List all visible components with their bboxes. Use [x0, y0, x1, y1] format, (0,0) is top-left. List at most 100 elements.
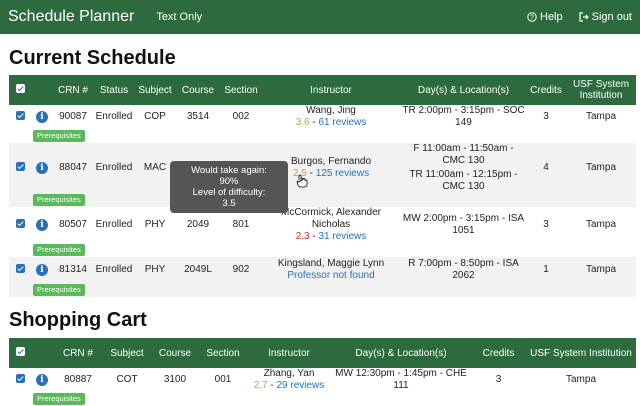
- col-subject: Subject: [110, 347, 144, 359]
- instructor-cell: Kingsland, Maggie Lynn Professor not fou…: [261, 257, 401, 283]
- section-cell: 902: [221, 257, 261, 283]
- col-subject: Subject: [138, 84, 172, 96]
- location-line: TR 11:00am - 12:15pm - CMC 130: [409, 169, 518, 192]
- shopping-cart-heading: Shopping Cart: [9, 309, 147, 331]
- credits-cell: 4: [526, 143, 566, 193]
- credits-cell: 3: [495, 374, 502, 385]
- col-course: Course: [158, 347, 192, 359]
- info-icon[interactable]: i: [36, 219, 48, 231]
- info-icon[interactable]: i: [36, 111, 48, 123]
- sign-out-label: Sign out: [591, 11, 632, 23]
- prereq-row: Prerequisites: [9, 392, 636, 406]
- course-cell: 3100: [163, 374, 187, 385]
- tooltip-difficulty-label: Level of difficulty:: [192, 187, 266, 198]
- institution-cell: Tampa: [585, 219, 616, 230]
- section-cell: 001: [214, 374, 232, 385]
- tooltip-difficulty-value: 3.5: [222, 198, 236, 209]
- col-crn: CRN #: [57, 84, 88, 96]
- institution-cell: Tampa: [585, 111, 616, 122]
- info-icon[interactable]: i: [36, 162, 48, 174]
- prerequisites-button[interactable]: Prerequisites: [33, 130, 85, 142]
- row-checkbox[interactable]: [15, 263, 25, 273]
- prerequisites-button[interactable]: Prerequisites: [33, 393, 85, 405]
- institution-cell: Tampa: [566, 143, 636, 193]
- credits-cell: 3: [543, 111, 549, 122]
- crn-cell: 90087: [59, 111, 87, 122]
- info-icon[interactable]: i: [36, 264, 48, 276]
- instructor-cell: Wang, Jing 3.6 - 61 reviews: [261, 105, 401, 129]
- select-all-checkbox[interactable]: [15, 84, 25, 93]
- col-course: Course: [181, 84, 215, 96]
- sign-out-link[interactable]: Sign out: [579, 11, 632, 23]
- row-checkbox[interactable]: [15, 110, 25, 120]
- location-cell: MW 2:00pm - 3:15pm - ISA 1051: [401, 207, 526, 243]
- app-title[interactable]: Schedule Planner: [8, 8, 134, 26]
- col-instructor: Instructor: [268, 347, 310, 359]
- crn-cell: 88047: [53, 143, 93, 193]
- status-cell: Enrolled: [95, 219, 133, 230]
- professor-not-found: Professor not found: [287, 270, 375, 281]
- current-schedule-heading: Current Schedule: [9, 47, 176, 69]
- prereq-row: Prerequisites: [9, 129, 636, 143]
- reviews-link[interactable]: 31 reviews: [318, 231, 366, 242]
- row-checkbox[interactable]: [15, 373, 25, 383]
- crn-cell: 81314: [53, 257, 93, 283]
- location-line: TR 2:00pm - 3:15pm - SOC 149: [402, 105, 525, 128]
- instructor-name: Wang, Jing: [306, 105, 356, 116]
- crn-cell: 80507: [59, 219, 87, 230]
- subject-cell: PHY: [144, 219, 166, 230]
- help-link[interactable]: ? Help: [527, 11, 563, 23]
- instructor-name: Kingsland, Maggie Lynn: [277, 258, 385, 269]
- reviews-link[interactable]: 61 reviews: [318, 117, 366, 128]
- prereq-row: Prerequisites: [9, 243, 636, 257]
- location-cell: R 7:00pm - 8:50pm - ISA 2062: [401, 257, 526, 283]
- location-line: R 7:00pm - 8:50pm - ISA 2062: [408, 258, 519, 281]
- cart-header-row: CRN # Subject Course Section Instructor …: [9, 338, 636, 368]
- sign-out-icon: [579, 12, 589, 22]
- col-days-locations: Day(s) & Location(s): [417, 84, 510, 96]
- status-cell: Enrolled: [93, 257, 135, 283]
- instructor-name: Zhang, Yan: [263, 368, 315, 379]
- col-institution: USF System Institution: [572, 79, 630, 101]
- location-cell: MW 12:30pm - 1:45pm - CHE 111: [335, 368, 467, 391]
- col-status: Status: [99, 84, 129, 96]
- tooltip-would-take-again-label: Would take again:: [191, 165, 267, 176]
- rating-score[interactable]: 2.3: [296, 231, 310, 242]
- location-line: MW 2:00pm - 3:15pm - ISA 1051: [402, 213, 525, 236]
- prerequisites-button[interactable]: Prerequisites: [33, 284, 85, 296]
- rating-score[interactable]: 3.6: [296, 117, 310, 128]
- reviews-link[interactable]: 29 reviews: [276, 380, 324, 391]
- subject-cell: COT: [116, 374, 138, 385]
- subject-cell: MAC: [135, 143, 175, 193]
- institution-cell: Tampa: [565, 374, 596, 385]
- table-row: i 80507 Enrolled PHY 2049 801 McCormick,…: [9, 207, 636, 243]
- help-icon: ?: [527, 12, 537, 22]
- table-row: i 88047 Enrolled MAC Burgos, Fernando 2.…: [9, 143, 636, 193]
- prerequisites-button[interactable]: Prerequisites: [33, 244, 85, 256]
- row-checkbox[interactable]: [15, 218, 25, 228]
- rating-score[interactable]: 2.7: [254, 380, 268, 391]
- instructor-cell: Zhang, Yan 2.7 - 29 reviews: [247, 368, 331, 392]
- col-credits: Credits: [482, 347, 515, 359]
- info-icon[interactable]: i: [36, 374, 48, 386]
- svg-text:?: ?: [530, 15, 534, 22]
- institution-cell: Tampa: [566, 257, 636, 283]
- course-cell: 3514: [186, 111, 210, 122]
- row-checkbox[interactable]: [15, 161, 25, 171]
- location-cell: TR 2:00pm - 3:15pm - SOC 149: [401, 105, 526, 129]
- section-cell: 002: [232, 111, 250, 122]
- select-all-checkbox[interactable]: [15, 347, 25, 356]
- rating-tooltip: Would take again: 90% Level of difficult…: [170, 161, 288, 213]
- prerequisites-button[interactable]: Prerequisites: [33, 194, 85, 206]
- help-label: Help: [540, 11, 563, 23]
- col-instructor: Instructor: [310, 84, 352, 96]
- reviews-link[interactable]: 125 reviews: [316, 168, 369, 179]
- credits-cell: 3: [543, 219, 549, 230]
- current-header-row: CRN # Status Subject Course Section Inst…: [9, 75, 636, 105]
- top-navbar: Schedule Planner Text Only ? Help Sign o…: [0, 0, 640, 34]
- col-institution: USF System Institution: [530, 347, 632, 359]
- prereq-row: Prerequisites: [9, 283, 636, 297]
- table-row: i 90087 Enrolled COP 3514 002 Wang, Jing…: [9, 105, 636, 129]
- text-only-link[interactable]: Text Only: [156, 11, 202, 23]
- table-row: i 80887 COT 3100 001 Zhang, Yan 2.7 - 29…: [9, 368, 636, 392]
